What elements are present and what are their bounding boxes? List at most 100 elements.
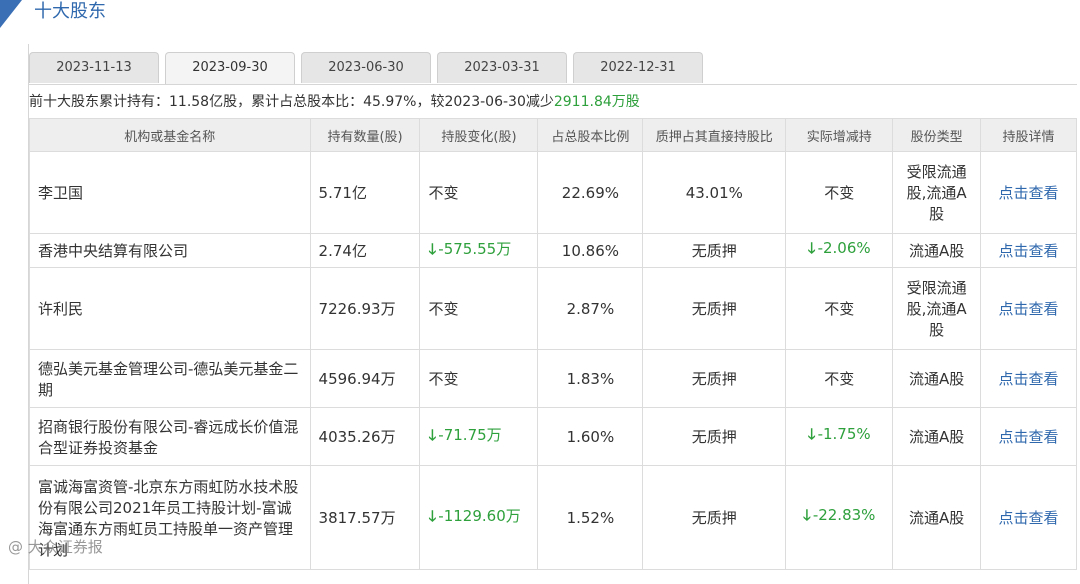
cell-change: 🡓 -1129.60万 [419,465,539,570]
cell-qty: 2.74亿 [309,233,421,268]
table-row: 许利民 7226.93万 不变 2.87% 无质押 不变 受限流通股,流通A股 点击查看 [29,267,1077,350]
column-header: 持有数量(股) [309,118,421,152]
change-value: -575.55万 [438,239,512,258]
cell-actual: 不变 [785,267,894,350]
cell-pledge: 无质押 [642,233,787,268]
cell-pledge: 无质押 [642,267,787,350]
cell-type: 受限流通股,流通A股 [892,151,982,234]
column-header: 股份类型 [892,118,982,152]
cell-type: 流通A股 [892,349,982,408]
cell-pledge: 无质押 [642,349,787,408]
column-header: 机构或基金名称 [29,118,311,152]
table-row: 招商银行股份有限公司-睿远成长价值混合型证券投资基金 4035.26万 🡓 -71.7… [29,407,1077,466]
table-row: 香港中央结算有限公司 2.74亿 🡓 -575.55万 10.86% 无质押 🡓 -2.06%… [29,233,1077,268]
table-row: 德弘美元基金管理公司-德弘美元基金二期 4596.94万 不变 1.83% 无质押 不变流… [29,349,1077,408]
cell-ratio: 22.69% [537,151,644,234]
summary-line: 前十大股东累计持有：11.58亿股，累计占总股本比：45.97%，较2023-0… [29,84,1077,119]
column-header: 实际增减持 [785,118,894,152]
tab-2023-03-31[interactable]: 2023-03-31 [437,52,567,83]
cell-qty: 7226.93万 [309,267,421,350]
cell-ratio: 1.52% [537,465,644,570]
header-accent-icon [0,0,22,28]
cell-name: 许利民 [29,267,311,350]
arrow-down-icon: 🡓 [428,239,437,258]
arrow-down-icon: 🡓 [807,239,816,257]
cell-actual: 🡓 -2.06% [785,233,894,268]
cell-detail: 点击查看 [980,407,1077,466]
cell-type: 流通A股 [892,407,982,466]
arrow-down-icon: 🡓 [428,506,437,525]
cell-qty: 3817.57万 [309,465,421,570]
summary-change-amount: 2911.84万股 [553,94,640,110]
cell-change: 🡓 -575.55万 [419,233,539,268]
cell-detail: 点击查看 [980,465,1077,570]
cell-name: 香港中央结算有限公司 [29,233,311,268]
table-header-row: 机构或基金名称 持有数量(股) 持股变化(股) 占总股本比例 质押占其直接持股比 实际增减… [29,118,1077,152]
cell-type: 受限流通股,流通A股 [892,267,982,350]
summary-sep1: ，累计占总股本比： [237,94,364,110]
cell-ratio: 10.86% [537,233,644,268]
cell-change: 不变 [419,151,539,234]
summary-sep2: ，较 [416,94,445,110]
change-value: -71.75万 [438,425,502,444]
change-value: 不变 [428,370,459,388]
tab-2023-11-13[interactable]: 2023-11-13 [29,52,159,83]
actual-change-value: -1.75% [817,425,871,443]
section-header: 十大股东 [0,0,1080,30]
summary-compare-date: 2023-06-30 [444,94,526,110]
cell-name: 德弘美元基金管理公司-德弘美元基金二期 [29,349,311,408]
column-header: 质押占其直接持股比 [642,118,787,152]
summary-change-word: 减少 [525,94,554,110]
summary-total-holding: 11.58亿股 [169,94,238,110]
section-title: 十大股东 [34,1,106,22]
cell-detail: 点击查看 [980,349,1077,408]
arrow-down-icon: 🡓 [807,425,816,443]
actual-change-value: 不变 [824,300,855,318]
table-row: 李卫国 5.71亿 不变 22.69% 43.01% 不变 受限流通股,流通A股 点击查看 [29,151,1077,234]
cell-actual: 不变 [785,349,894,408]
cell-pledge: 43.01% [642,151,787,234]
actual-change-value: 不变 [824,184,855,202]
view-detail-link[interactable]: 点击查看 [999,300,1059,318]
actual-change-value: -22.83% [812,506,876,524]
cell-ratio: 1.83% [537,349,644,408]
watermark-text: @ 大众证券报 [8,538,103,556]
cell-change: 不变 [419,267,539,350]
summary-prefix: 前十大股东累计持有： [29,94,169,110]
view-detail-link[interactable]: 点击查看 [999,428,1059,446]
arrow-down-icon: 🡓 [803,506,811,524]
view-detail-link[interactable]: 点击查看 [999,370,1059,388]
cell-actual: 🡓 -1.75% [785,407,894,466]
cell-ratio: 2.87% [537,267,644,350]
cell-type: 流通A股 [892,233,982,268]
cell-name: 招商银行股份有限公司-睿远成长价值混合型证券投资基金 [29,407,311,466]
change-value: -1129.60万 [438,506,521,525]
tab-2022-12-31[interactable]: 2022-12-31 [573,52,703,83]
cell-detail: 点击查看 [980,267,1077,350]
tab-2023-06-30[interactable]: 2023-06-30 [301,52,431,83]
cell-qty: 5.71亿 [309,151,421,234]
summary-total-ratio: 45.97% [363,94,417,110]
actual-change-value: 不变 [824,370,855,388]
cell-detail: 点击查看 [980,233,1077,268]
view-detail-link[interactable]: 点击查看 [999,509,1059,527]
column-header: 持股变化(股) [419,118,539,152]
cell-change: 不变 [419,349,539,408]
arrow-down-icon: 🡓 [428,425,437,444]
cell-pledge: 无质押 [642,407,787,466]
table-row: 富诚海富资管-北京东方雨虹防水技术股份有限公司2021年员工持股计划-富诚海富通… [29,465,1077,570]
cell-detail: 点击查看 [980,151,1077,234]
change-value: 不变 [428,300,459,318]
view-detail-link[interactable]: 点击查看 [999,184,1059,202]
actual-change-value: -2.06% [817,239,871,257]
shareholders-panel: 2023-11-13 2023-09-30 2023-06-30 2023-03-31… [28,44,1077,584]
shareholders-table: 机构或基金名称 持有数量(股) 持股变化(股) 占总股本比例 质押占其直接持股比 实际增减… [29,118,1077,570]
column-header: 占总股本比例 [537,118,644,152]
tab-2023-09-30[interactable]: 2023-09-30 [165,52,295,85]
cell-pledge: 无质押 [642,465,787,570]
cell-actual: 不变 [785,151,894,234]
view-detail-link[interactable]: 点击查看 [999,242,1059,260]
cell-ratio: 1.60% [537,407,644,466]
cell-actual: 🡓 -22.83% [785,465,894,570]
cell-type: 流通A股 [892,465,982,570]
